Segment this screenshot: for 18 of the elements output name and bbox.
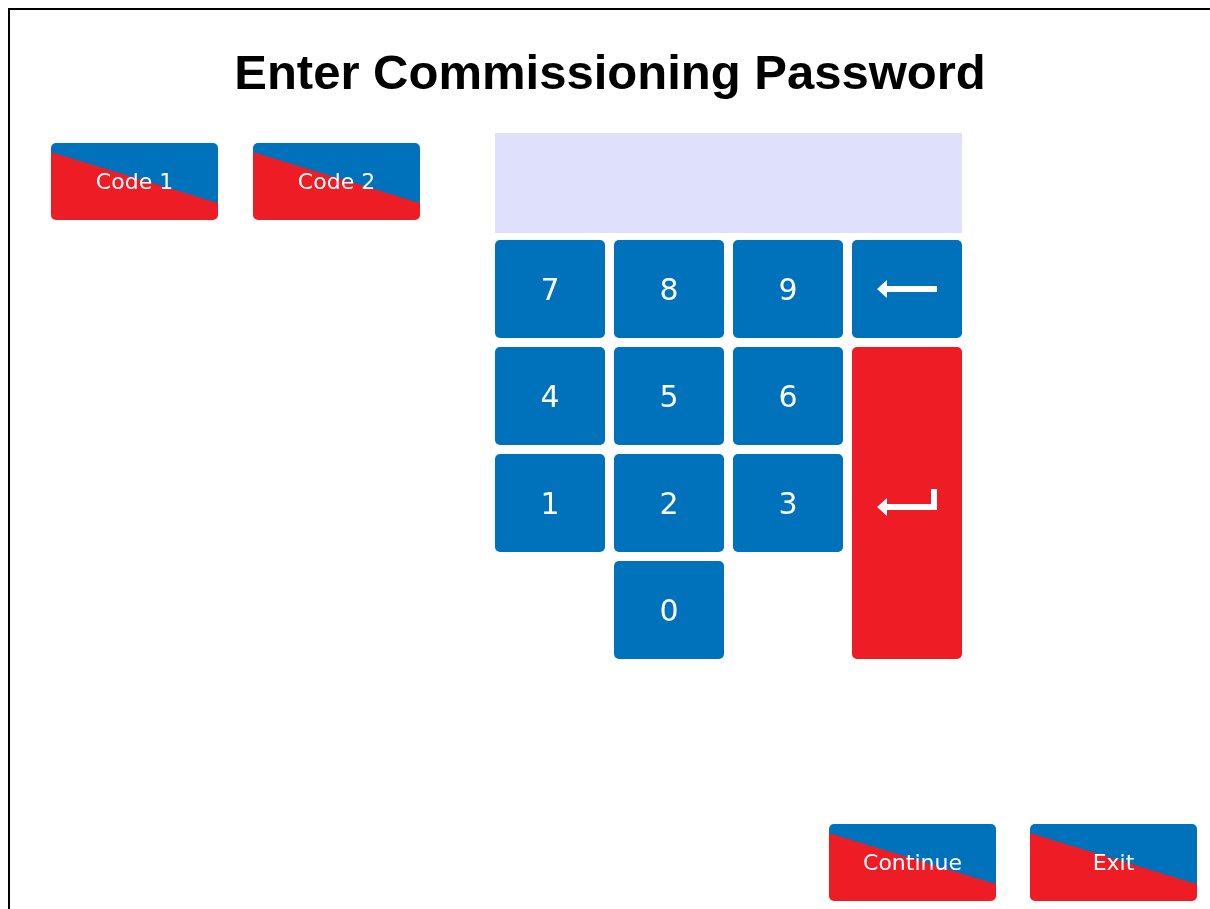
- left-arrow-icon: [877, 279, 937, 299]
- digit-key[interactable]: 4: [495, 347, 605, 445]
- digit-key[interactable]: 6: [733, 347, 843, 445]
- digit-key[interactable]: 9: [733, 240, 843, 338]
- digit-key[interactable]: 2: [614, 454, 724, 552]
- code-button[interactable]: Code 1: [51, 143, 218, 220]
- digit-key[interactable]: 8: [614, 240, 724, 338]
- backspace-key[interactable]: [852, 240, 962, 338]
- digit-key[interactable]: 5: [614, 347, 724, 445]
- enter-key[interactable]: [852, 347, 962, 659]
- return-arrow-icon: [877, 489, 937, 517]
- digit-key[interactable]: 0: [614, 561, 724, 659]
- password-field[interactable]: [495, 133, 962, 233]
- digit-key[interactable]: 7: [495, 240, 605, 338]
- screen-title: Enter Commissioning Password: [234, 44, 986, 100]
- digit-key[interactable]: 1: [495, 454, 605, 552]
- digit-key[interactable]: 3: [733, 454, 843, 552]
- action-button[interactable]: Exit: [1030, 824, 1197, 901]
